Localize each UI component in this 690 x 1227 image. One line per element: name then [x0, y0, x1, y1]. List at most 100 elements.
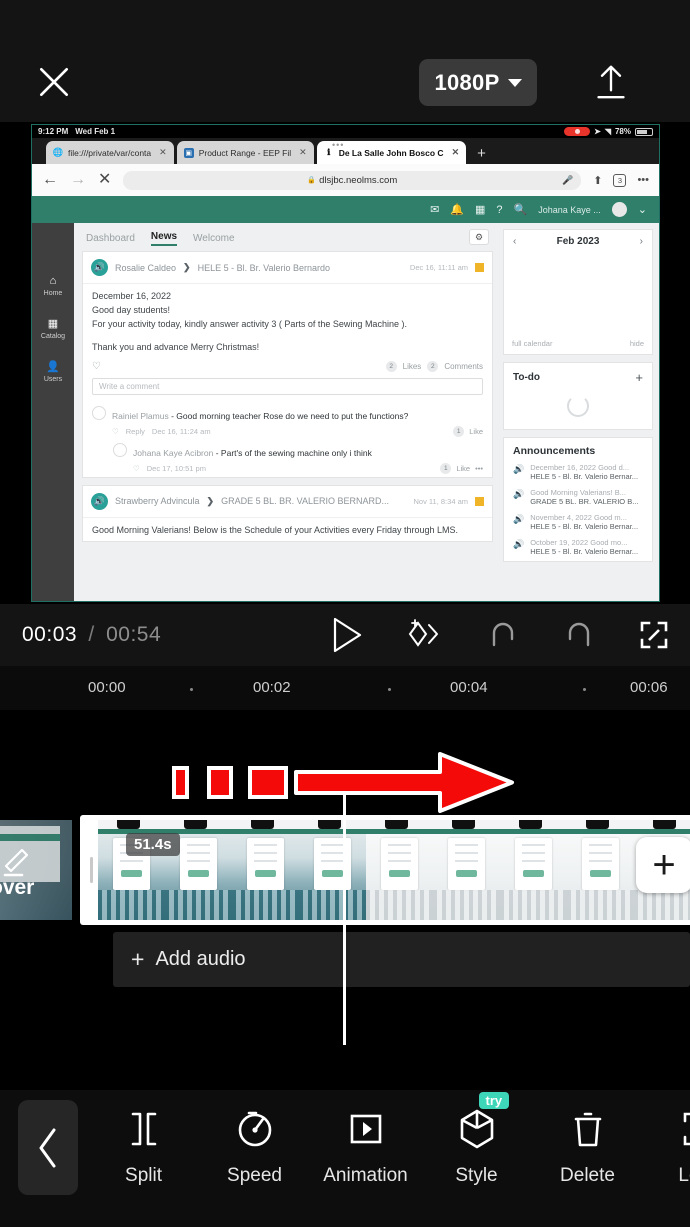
- comments-label[interactable]: Comments: [444, 362, 483, 371]
- lms-main-content: Dashboard News Welcome ⚙ 🔊 Rosalie Calde…: [74, 223, 499, 601]
- back-icon[interactable]: ←: [42, 172, 58, 188]
- new-tab-button[interactable]: +: [477, 145, 486, 162]
- comment-actions: ♡ Dec 17, 10:51 pm 1 Like •••: [133, 462, 483, 474]
- full-calendar-link[interactable]: full calendar: [512, 339, 552, 348]
- tool-delete[interactable]: Delete: [532, 1105, 643, 1187]
- toolbar-back-button[interactable]: [18, 1100, 78, 1195]
- clip-trim-handle-left[interactable]: [84, 820, 98, 920]
- calendar-grid[interactable]: [504, 253, 652, 335]
- chevron-right-icon[interactable]: ›: [640, 236, 643, 247]
- announcement-item[interactable]: 🔊 November 4, 2022 Good m... HELE 5 - Bl…: [504, 511, 652, 536]
- more-icon[interactable]: •••: [475, 464, 483, 473]
- comment-author[interactable]: Rainiel Plamus: [112, 411, 169, 421]
- export-button[interactable]: [588, 58, 634, 106]
- browser-tab-2[interactable]: ▣ Product Range - EEP Fil ✕: [176, 141, 314, 164]
- lms-username[interactable]: Johana Kaye ...: [538, 205, 601, 215]
- play-button[interactable]: [330, 616, 364, 654]
- calendar-month: Feb 2023: [556, 236, 600, 247]
- announcement-item[interactable]: 🔊 Good Morning Valerians! B... GRADE 5 B…: [504, 486, 652, 511]
- close-icon[interactable]: ✕: [159, 147, 167, 158]
- post-author[interactable]: Strawberry Advincula: [115, 496, 200, 506]
- browser-tab-strip[interactable]: 🌐 file:///private/var/conta ✕ ▣ Product …: [32, 138, 659, 164]
- tool-animation[interactable]: Animation: [310, 1105, 421, 1187]
- clip-frame: [500, 820, 567, 920]
- url-input[interactable]: 🔒 dlsjbc.neolms.com 🎤: [123, 170, 582, 190]
- help-icon[interactable]: ?: [496, 204, 502, 216]
- undo-button[interactable]: [486, 619, 520, 651]
- stop-icon[interactable]: ✕: [98, 172, 111, 188]
- post-course[interactable]: HELE 5 - Bl. Br. Valerio Bernardo: [198, 263, 403, 273]
- search-icon[interactable]: 🔍: [514, 203, 528, 216]
- post-line: December 16, 2022: [92, 291, 172, 301]
- fullscreen-button[interactable]: [638, 619, 670, 651]
- add-icon[interactable]: +: [635, 370, 643, 385]
- avatar: [92, 405, 106, 420]
- browser-url-bar[interactable]: ← → ✕ 🔒 dlsjbc.neolms.com 🎤 ⬆ 3 •••: [32, 164, 659, 196]
- likes-label[interactable]: Likes: [403, 362, 422, 371]
- post-author[interactable]: Rosalie Caldeo: [115, 263, 176, 273]
- playhead[interactable]: [343, 785, 346, 1045]
- sidebar-item-catalog[interactable]: ▦ Catalog: [41, 317, 65, 340]
- add-audio-track[interactable]: + Add audio: [113, 932, 690, 987]
- avatar[interactable]: [611, 202, 627, 217]
- tool-label: Split: [125, 1165, 162, 1186]
- announcement-item[interactable]: 🔊 December 16, 2022 Good d... HELE 5 - B…: [504, 461, 652, 486]
- lms-tab-bar[interactable]: Dashboard News Welcome ⚙: [82, 229, 493, 251]
- close-icon[interactable]: ✕: [299, 147, 307, 158]
- browser-tab-title: De La Salle John Bosco C: [338, 147, 444, 158]
- close-button[interactable]: [32, 60, 76, 104]
- tool-split[interactable]: Split: [88, 1105, 199, 1187]
- like-label[interactable]: Like: [469, 427, 483, 436]
- like-heart-icon[interactable]: ♡: [133, 464, 140, 473]
- lms-sidebar[interactable]: ⌂ Home ▦ Catalog 👤 Users: [32, 223, 74, 601]
- clip-frame: [232, 820, 299, 920]
- add-keyframe-button[interactable]: [404, 617, 444, 653]
- clip-filmstrip[interactable]: [98, 820, 690, 920]
- sidebar-item-home[interactable]: ⌂ Home: [44, 275, 63, 297]
- forward-icon[interactable]: →: [70, 172, 86, 188]
- post-course[interactable]: GRADE 5 BL. BR. VALERIO BERNARD...: [221, 496, 406, 506]
- cover-thumbnail[interactable]: over: [0, 820, 72, 920]
- chevron-down-icon: [507, 78, 522, 87]
- style-cube-icon: [456, 1105, 498, 1153]
- tab-dashboard[interactable]: Dashboard: [86, 233, 135, 244]
- more-icon[interactable]: •••: [637, 174, 649, 186]
- share-icon[interactable]: ⬆: [593, 174, 602, 187]
- like-heart-icon[interactable]: ♡: [92, 361, 101, 372]
- browser-tab-1[interactable]: 🌐 file:///private/var/conta ✕: [46, 141, 174, 164]
- tab-welcome[interactable]: Welcome: [193, 233, 235, 244]
- tool-style[interactable]: try Style: [421, 1092, 532, 1187]
- announcement-icon: 🔊: [513, 539, 525, 549]
- microphone-icon[interactable]: 🎤: [562, 175, 573, 186]
- timeline-ruler[interactable]: 00:00 00:02 00:04 00:06: [0, 666, 690, 710]
- comment-body: Good morning teacher Rose do we need to …: [176, 410, 409, 421]
- like-label[interactable]: Like: [456, 464, 470, 473]
- chevron-left-icon: [39, 1128, 56, 1167]
- chevron-down-icon[interactable]: ⌄: [638, 203, 647, 216]
- mail-icon[interactable]: ✉: [430, 203, 439, 216]
- hide-link[interactable]: hide: [630, 339, 644, 348]
- bell-icon[interactable]: 🔔: [450, 203, 464, 216]
- reply-link[interactable]: Reply: [126, 427, 145, 436]
- sidebar-item-label: Home: [43, 290, 63, 297]
- calendar-icon[interactable]: ▦: [475, 203, 485, 216]
- tab-news[interactable]: News: [150, 231, 178, 246]
- announcement-title: October 19, 2022 Good mo...: [530, 538, 628, 547]
- sidebar-item-users[interactable]: 👤 Users: [44, 360, 62, 383]
- like-heart-icon[interactable]: ♡: [112, 427, 119, 436]
- comment-author[interactable]: Johana Kaye Acibron: [133, 448, 213, 458]
- ruler-dot: [388, 688, 391, 691]
- close-icon[interactable]: ✕: [452, 147, 460, 158]
- video-clip-selected[interactable]: 51.4s +: [80, 815, 690, 925]
- tool-lock[interactable]: Lock: [643, 1105, 690, 1187]
- post-line: Good Morning Valerians! Below is the Sch…: [92, 524, 459, 535]
- video-preview[interactable]: 9:12 PM Wed Feb 1 ➤ ◥ 78% 🌐 file:///priv…: [31, 124, 660, 602]
- announcement-item[interactable]: 🔊 October 19, 2022 Good mo... HELE 5 - B…: [504, 536, 652, 561]
- comment-input[interactable]: Write a comment: [92, 377, 483, 395]
- resolution-button[interactable]: 1080P: [419, 59, 537, 106]
- gear-icon[interactable]: ⚙: [469, 229, 489, 245]
- add-clip-button[interactable]: +: [636, 837, 690, 893]
- tool-speed[interactable]: Speed: [199, 1105, 310, 1187]
- redo-button[interactable]: [562, 619, 596, 651]
- tab-count-badge[interactable]: 3: [613, 173, 627, 187]
